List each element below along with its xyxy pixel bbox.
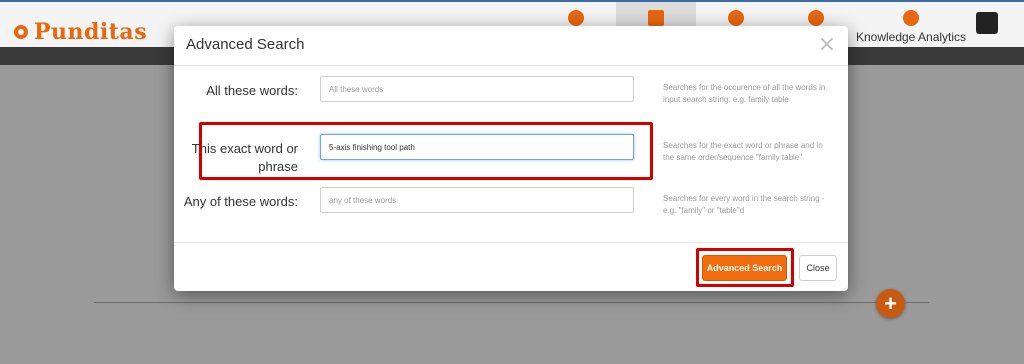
- target-icon: [808, 10, 824, 26]
- close-button[interactable]: Close: [799, 255, 837, 281]
- dashboard-icon: [568, 10, 584, 26]
- all-words-label: All these words:: [206, 83, 298, 98]
- any-words-help: Searches for every word in the search st…: [663, 194, 825, 215]
- brain-icon: [903, 10, 919, 26]
- all-words-help: Searches for the occurence of all the wo…: [663, 83, 826, 104]
- modal-title: Advanced Search: [186, 36, 305, 53]
- add-button[interactable]: +: [876, 289, 905, 318]
- user-avatar[interactable]: [976, 12, 998, 34]
- exact-phrase-help: Searches for the exact word or phrase an…: [663, 141, 823, 162]
- timeline-divider: [94, 302, 929, 303]
- modal-header: Advanced Search ×: [174, 26, 848, 66]
- any-words-input[interactable]: [320, 187, 634, 213]
- lightbulb-icon: [728, 10, 744, 26]
- nav-item-knowledge-analytics[interactable]: Knowledge Analytics: [856, 2, 966, 49]
- logo-icon: [14, 25, 28, 39]
- any-words-label: Any of these words:: [183, 194, 298, 209]
- nav-label-knowledge-analytics: Knowledge Analytics: [855, 30, 967, 44]
- close-icon[interactable]: ×: [818, 32, 836, 57]
- advanced-search-button[interactable]: Advanced Search: [702, 255, 787, 281]
- advanced-search-modal: Advanced Search × All these words: Searc…: [174, 26, 848, 291]
- plus-icon: +: [884, 290, 897, 316]
- all-words-input[interactable]: [320, 76, 634, 102]
- logo-text: Punditas: [34, 19, 148, 45]
- network-icon: [648, 10, 664, 26]
- punditas-logo[interactable]: Punditas: [14, 19, 147, 45]
- exact-phrase-highlight: [199, 122, 653, 180]
